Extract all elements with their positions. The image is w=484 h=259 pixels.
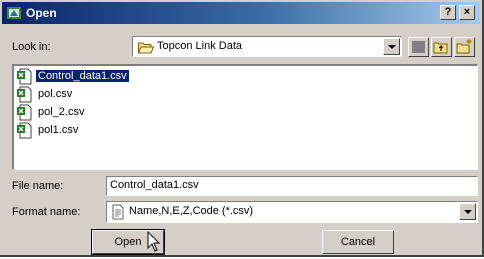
file-name-input[interactable]: Control_data1.csv <box>106 176 478 196</box>
look-in-dropdown-button[interactable] <box>383 38 400 55</box>
app-icon <box>7 7 21 19</box>
folder-open-icon <box>138 42 154 54</box>
look-in-value: Topcon Link Data <box>157 40 242 52</box>
look-in-combo[interactable]: Topcon Link Data <box>132 36 402 57</box>
file-name-label: Control_data1.csv <box>35 69 130 83</box>
look-in-label: Look in: <box>12 41 51 53</box>
format-name-value: Name,N,E,Z,Code (*.csv) <box>129 205 254 217</box>
file-name-value: Control_data1.csv <box>110 179 199 191</box>
window-title: Open <box>26 6 57 20</box>
up-one-level-button[interactable] <box>431 37 452 57</box>
format-name-combo[interactable]: Name,N,E,Z,Code (*.csv) <box>106 201 478 223</box>
format-dropdown-button[interactable] <box>459 203 476 220</box>
file-name-label: pol1.csv <box>38 124 79 136</box>
file-name-field-label: File name: <box>12 180 64 192</box>
format-document-icon <box>112 204 124 220</box>
close-button[interactable]: × <box>459 5 475 20</box>
file-name-label: pol.csv <box>38 88 73 100</box>
csv-file-icon <box>17 86 32 103</box>
view-menu-icon <box>412 41 425 53</box>
csv-file-icon <box>17 104 32 121</box>
mouse-pointer-icon <box>147 231 161 252</box>
up-one-level-icon <box>433 42 448 54</box>
csv-file-icon <box>17 68 32 85</box>
file-list[interactable]: Control_data1.csv pol.csv pol_2.csv pol1… <box>12 64 478 170</box>
help-button[interactable]: ? <box>440 5 456 20</box>
chevron-down-icon <box>464 210 472 214</box>
open-dialog: Open ? × Look in: Topcon Link Data Contr… <box>0 0 484 257</box>
new-folder-button[interactable] <box>454 37 475 57</box>
new-folder-icon <box>456 39 472 54</box>
format-name-label: Format name: <box>12 206 81 218</box>
title-bar[interactable]: Open ? × <box>2 2 480 24</box>
cancel-button[interactable]: Cancel <box>322 230 394 254</box>
file-name-label: pol_2.csv <box>38 106 85 118</box>
csv-file-icon <box>17 122 32 139</box>
view-menu-button[interactable] <box>408 37 429 57</box>
chevron-down-icon <box>388 45 396 49</box>
